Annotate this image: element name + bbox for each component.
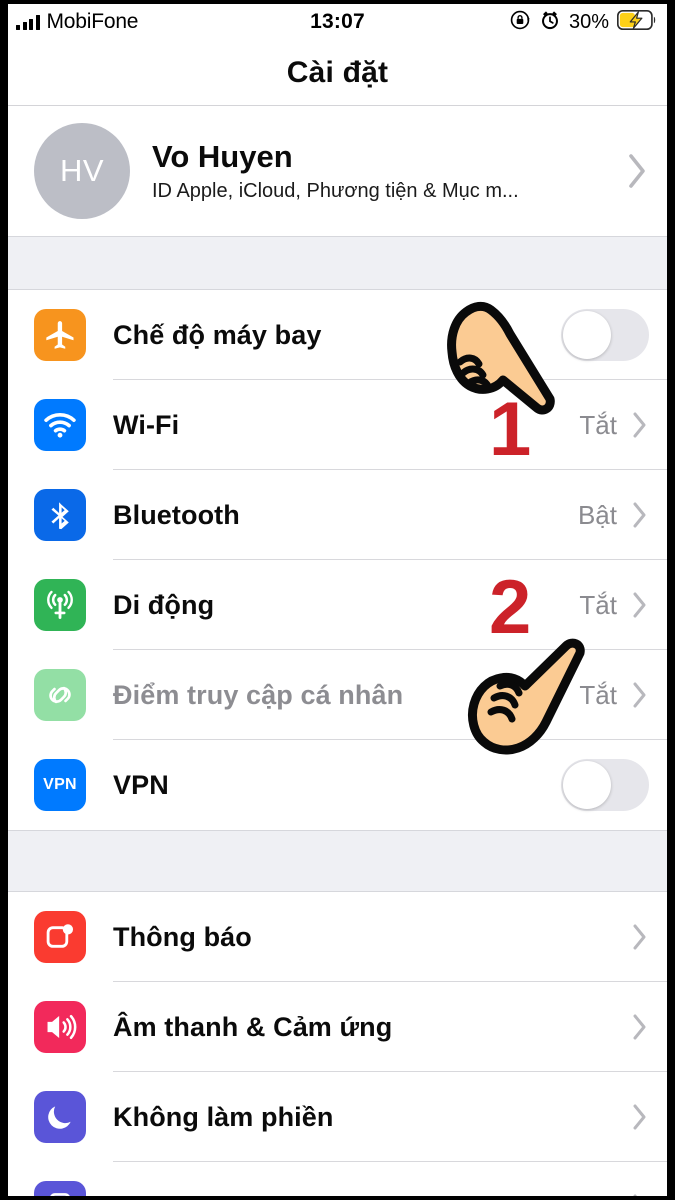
setting-row-airplane-mode[interactable]: Chế độ máy bay [8,290,667,380]
setting-label-wifi: Wi-Fi [113,409,180,440]
apple-id-row[interactable]: HV Vo Huyen ID Apple, iCloud, Phương tiệ… [8,106,667,236]
setting-row-sounds-haptics[interactable]: Âm thanh & Cảm ứng [8,982,667,1072]
screen-time-icon [34,1181,86,1196]
chevron-right-icon [631,1192,649,1196]
setting-row-wifi[interactable]: Wi-Fi Tắt [8,380,667,470]
setting-label-do-not-disturb: Không làm phiền [113,1101,334,1132]
setting-row-personal-hotspot[interactable]: Điểm truy cập cá nhân Tắt [8,650,667,740]
setting-row-vpn[interactable]: VPN VPN [8,740,667,830]
account-text: Vo Huyen ID Apple, iCloud, Phương tiện &… [152,139,619,204]
notifications-group: Thông báo Âm thanh & Cảm ứng Không làm p… [8,892,667,1196]
account-group: HV Vo Huyen ID Apple, iCloud, Phương tiệ… [8,106,667,236]
vpn-icon: VPN [34,759,86,811]
airplane-icon [34,309,86,361]
setting-value-cellular: Tắt [579,589,617,620]
setting-value-wifi: Tắt [579,409,617,440]
account-name: Vo Huyen [152,138,293,174]
section-gap-1 [8,236,667,290]
status-bar-right: 30% [509,9,657,36]
battery-percent-label: 30% [568,10,609,33]
toggle-airplane-mode[interactable] [561,309,649,361]
toggle-knob [563,311,611,359]
phone-screen: MobiFone 13:07 30% Cài đặt HV Vo Huyen I… [8,4,667,1196]
status-bar: MobiFone 13:07 30% [8,4,667,40]
setting-label-vpn: VPN [113,769,169,800]
chevron-right-icon [625,151,649,191]
account-subtitle: ID Apple, iCloud, Phương tiện & Mục m... [152,180,519,203]
section-gap-2 [8,830,667,892]
rotation-lock-icon [509,9,531,36]
bluetooth-icon [34,489,86,541]
wifi-icon [34,399,86,451]
do-not-disturb-moon-icon [34,1091,86,1143]
cellular-antenna-icon [34,579,86,631]
chevron-right-icon [631,500,649,530]
setting-label-notifications: Thông báo [113,921,252,952]
vpn-icon-label: VPN [43,776,77,793]
chevron-right-icon [631,410,649,440]
hotspot-link-icon [34,669,86,721]
chevron-right-icon [631,590,649,620]
notifications-icon [34,911,86,963]
phone-frame: MobiFone 13:07 30% Cài đặt HV Vo Huyen I… [0,0,675,1200]
setting-row-cellular[interactable]: Di động Tắt [8,560,667,650]
setting-row-screen-time[interactable] [8,1162,667,1196]
alarm-clock-icon [539,9,561,36]
battery-charging-icon [616,9,657,35]
avatar: HV [34,123,130,219]
setting-row-do-not-disturb[interactable]: Không làm phiền [8,1072,667,1162]
chevron-right-icon [631,1012,649,1042]
toggle-knob [563,761,611,809]
page-title: Cài đặt [286,55,389,89]
setting-row-bluetooth[interactable]: Bluetooth Bật [8,470,667,560]
setting-label-bluetooth: Bluetooth [113,499,240,530]
setting-label-personal-hotspot: Điểm truy cập cá nhân [113,679,404,710]
setting-label-cellular: Di động [113,589,215,620]
setting-label-sounds-haptics: Âm thanh & Cảm ứng [113,1011,393,1042]
sound-speaker-icon [34,1001,86,1053]
toggle-vpn[interactable] [561,759,649,811]
chevron-right-icon [631,922,649,952]
setting-value-personal-hotspot: Tắt [579,679,617,710]
setting-row-notifications[interactable]: Thông báo [8,892,667,982]
navigation-bar: Cài đặt [8,40,667,106]
chevron-right-icon [631,680,649,710]
connectivity-group: Chế độ máy bay Wi-Fi Tắt Bluetooth Bật D… [8,290,667,830]
chevron-right-icon [631,1102,649,1132]
setting-label-airplane-mode: Chế độ máy bay [113,319,322,350]
setting-value-bluetooth: Bật [577,499,617,530]
